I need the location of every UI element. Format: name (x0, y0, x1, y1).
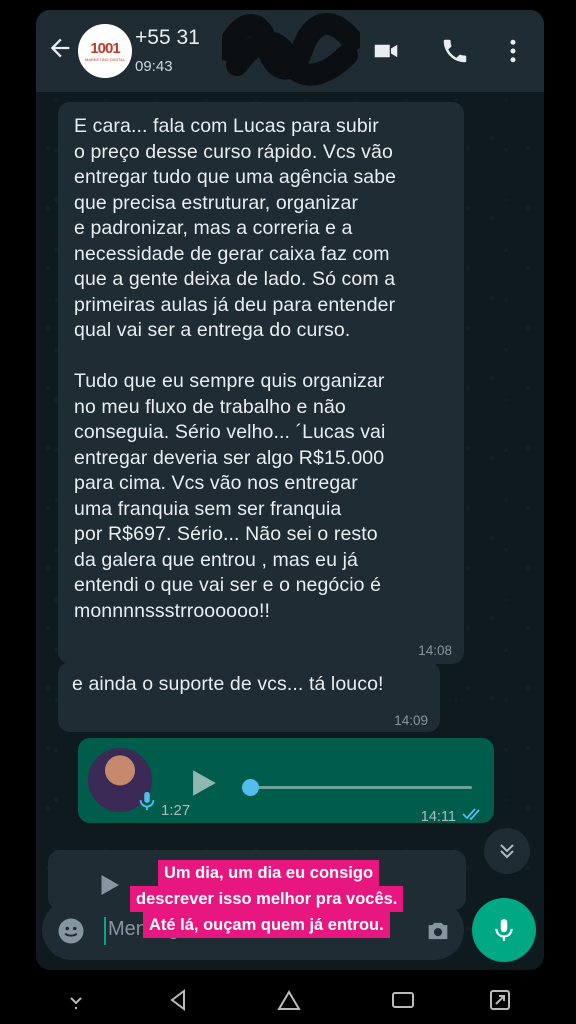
contact-subtitle: 09:43 (135, 58, 173, 75)
overlay-caption-line: descrever isso melhor pra vocês. (130, 886, 404, 912)
rotate-screen-icon[interactable] (488, 988, 512, 1012)
outgoing-voice-message[interactable]: 14:11 (78, 738, 494, 825)
back-arrow-icon[interactable] (46, 34, 74, 62)
emoji-icon[interactable] (56, 916, 86, 946)
logo-subtext: MARKETING DIGITAL (84, 57, 126, 62)
contact-avatar[interactable]: 1001 MARKETING DIGITAL (78, 24, 132, 78)
chat-screen: 1001 MARKETING DIGITAL +55 31 09:43 E ca… (36, 10, 544, 970)
message-time: 14:08 (418, 643, 452, 658)
play-icon[interactable] (94, 870, 124, 900)
redaction-scribble (222, 13, 360, 86)
incoming-message-bubble[interactable]: e ainda o suporte de vcs... tá louco! 14… (58, 662, 440, 732)
more-vertical-icon[interactable] (498, 36, 528, 66)
voice-record-button[interactable] (472, 898, 536, 962)
overlay-caption-line: Um dia, um dia eu consigo (158, 860, 380, 886)
phone-icon[interactable] (440, 36, 470, 66)
camera-icon[interactable] (424, 917, 452, 945)
hide-keyboard-icon[interactable] (64, 988, 88, 1012)
voice-progress-track[interactable] (250, 786, 472, 789)
message-time: 14:11 (420, 809, 456, 825)
microphone-icon (495, 919, 513, 941)
nav-back-icon[interactable] (166, 988, 190, 1012)
message-text: E cara... fala com Lucas para subir o pr… (74, 115, 397, 622)
voice-duration: 1:27 (161, 802, 191, 819)
message-text: e ainda o suporte de vcs... tá louco! (72, 673, 384, 695)
chat-header: 1001 MARKETING DIGITAL +55 31 09:43 (36, 10, 544, 92)
text-cursor (104, 917, 106, 945)
overlay-caption-line: Até lá, ouçam quem já entrou. (143, 912, 390, 938)
double-chevron-down-icon (500, 844, 514, 859)
logo-text: 1001 (90, 40, 120, 57)
scroll-to-bottom-button[interactable] (484, 828, 530, 874)
nav-home-icon[interactable] (276, 988, 302, 1012)
incoming-message-bubble[interactable]: E cara... fala com Lucas para subir o pr… (58, 102, 464, 664)
read-ticks-icon (462, 808, 480, 821)
contact-name[interactable]: +55 31 (135, 26, 200, 50)
video-call-icon[interactable] (371, 36, 401, 66)
voice-progress-knob[interactable] (242, 779, 259, 796)
message-time: 14:09 (394, 713, 428, 728)
play-icon[interactable] (186, 766, 220, 800)
mic-badge-icon (139, 791, 155, 811)
nav-recents-icon[interactable] (390, 988, 416, 1012)
